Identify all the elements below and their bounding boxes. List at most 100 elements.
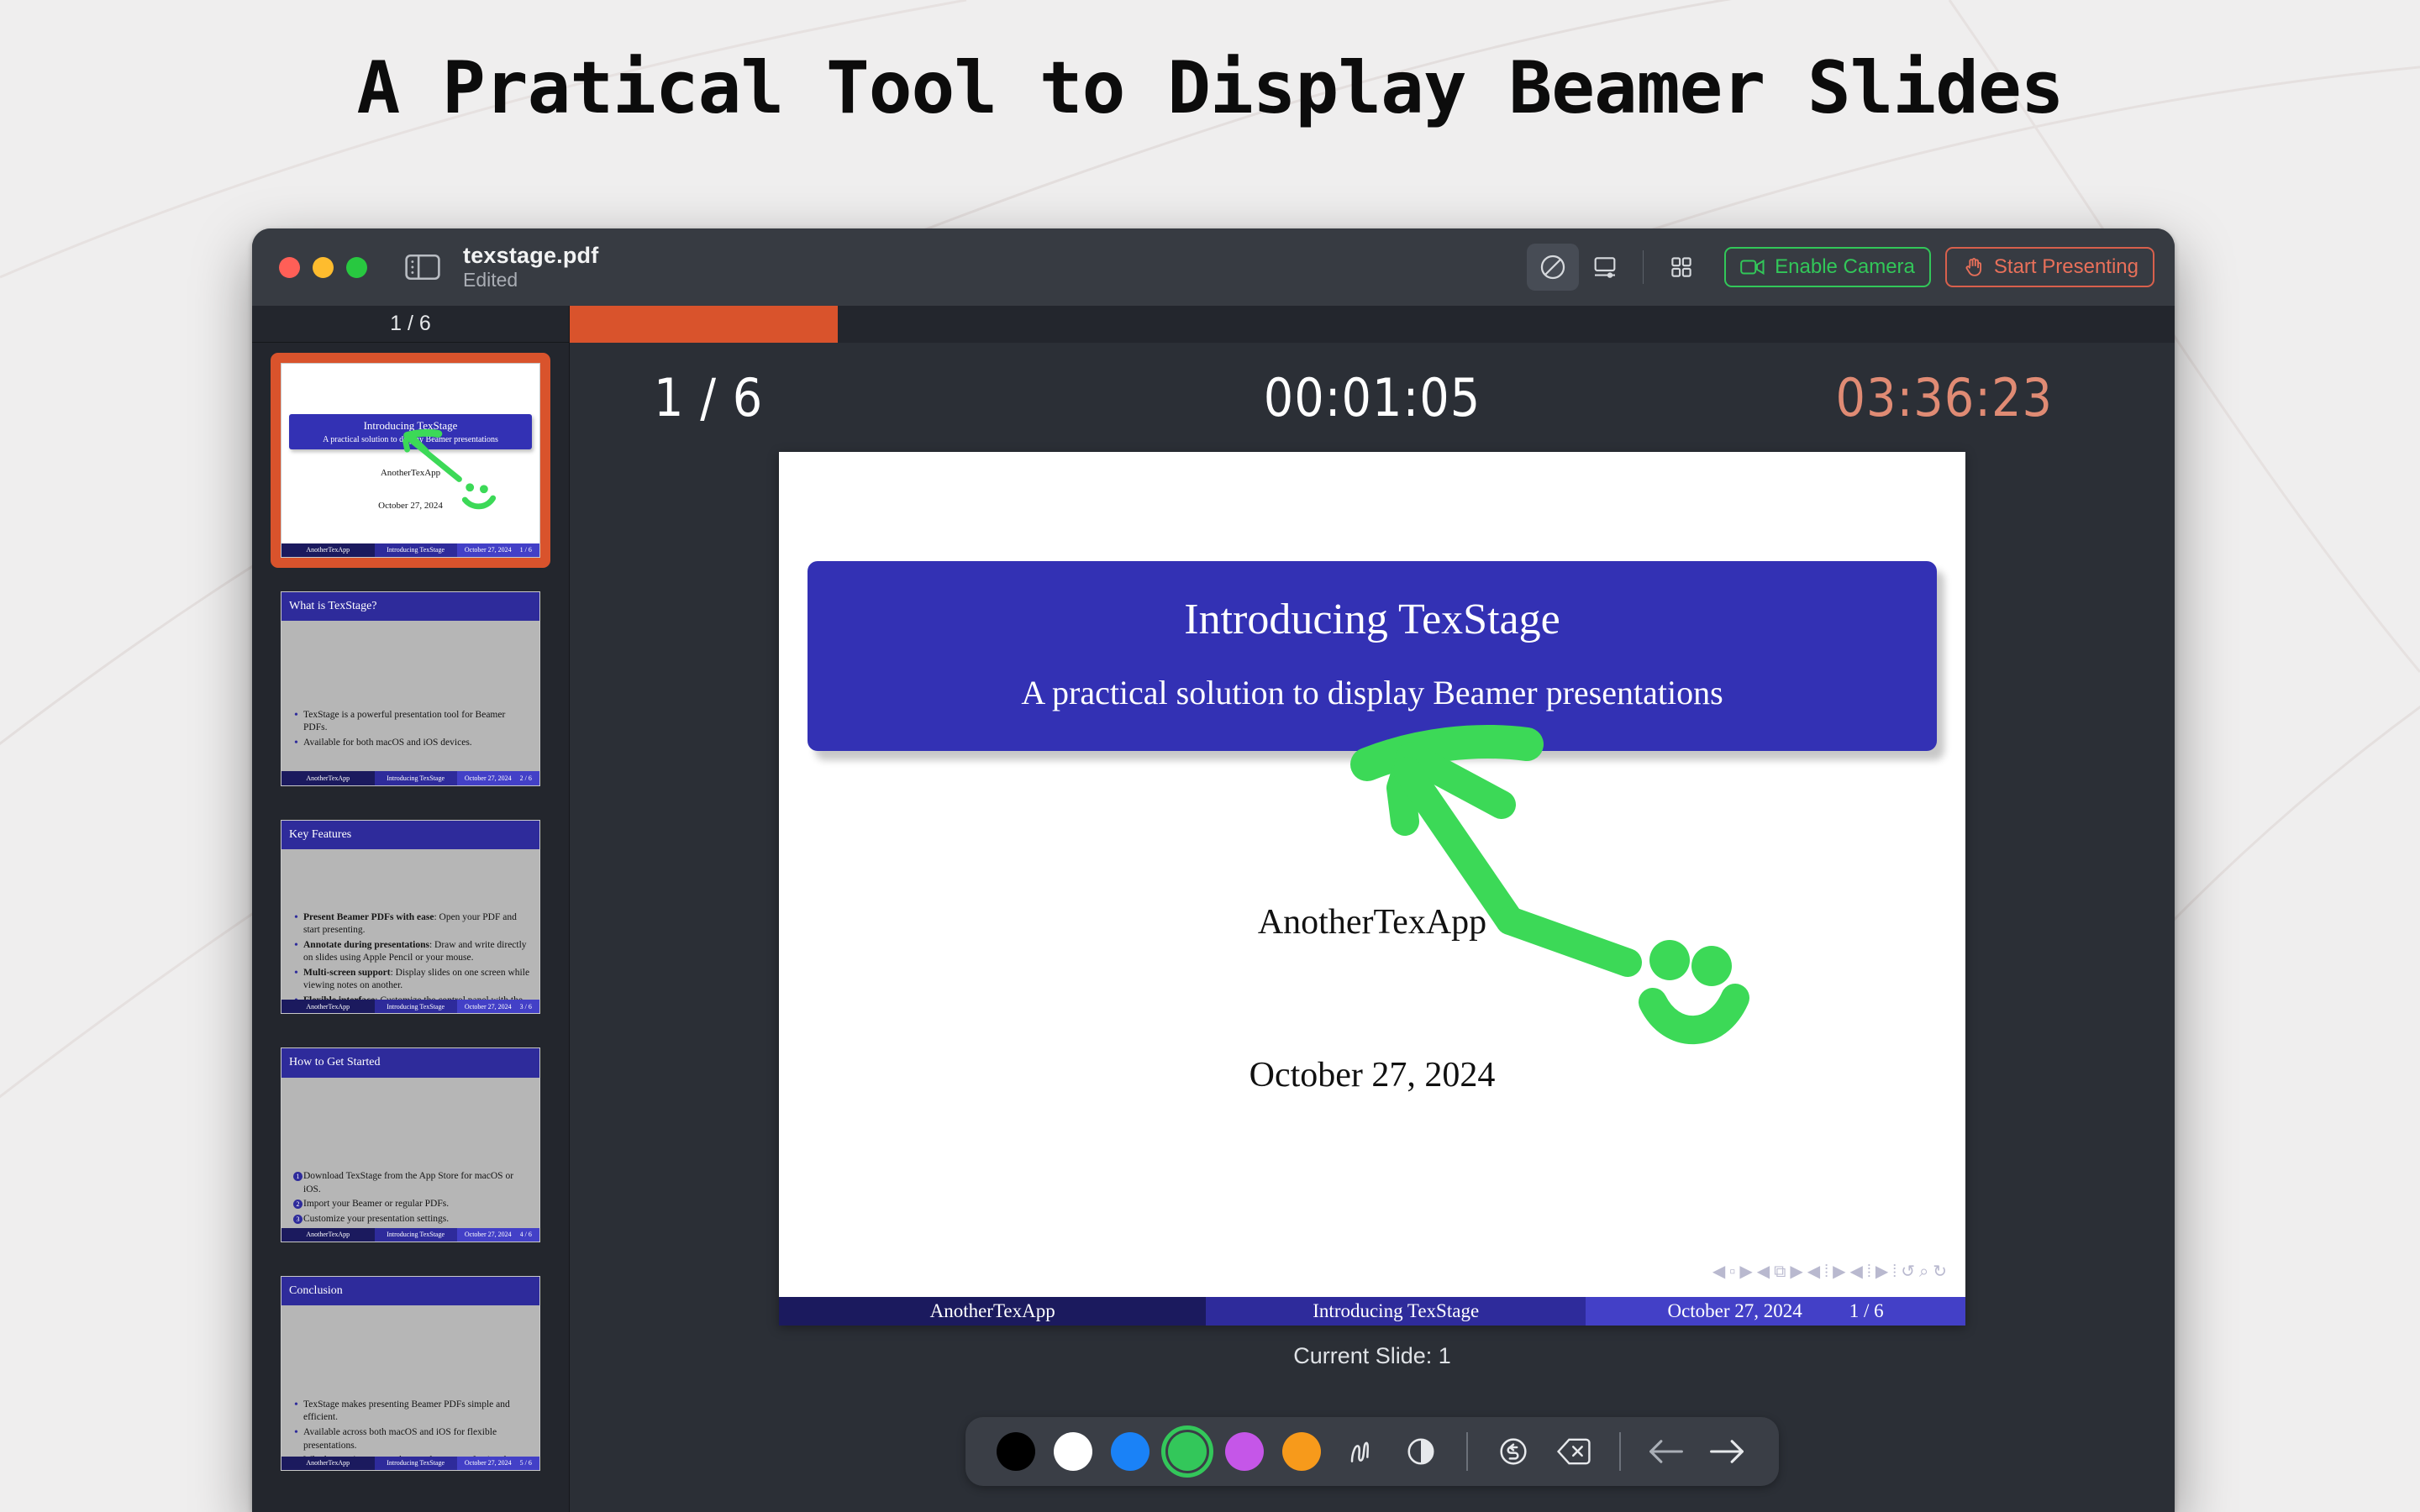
thumb-footer-title: Introducing TexStage xyxy=(375,1457,457,1470)
thumb-footer-date: October 27, 2024 1 / 6 xyxy=(457,543,539,557)
erase-icon[interactable] xyxy=(1550,1431,1597,1473)
list-item: Available across both macOS and iOS for … xyxy=(293,1426,531,1452)
list-item-bold: Annotate during presentations xyxy=(303,940,429,950)
color-swatch-purple[interactable] xyxy=(1225,1432,1264,1471)
thumb-footer: AnotherTexApp Introducing TexStage Octob… xyxy=(281,543,539,557)
document-edited-status: Edited xyxy=(463,270,598,291)
thumbnail-slide-2[interactable]: What is TexStage? TexStage is a powerful… xyxy=(281,591,540,786)
list-item[interactable]: Conclusion TexStage makes presenting Bea… xyxy=(271,1266,550,1481)
slide-author: AnotherTexApp xyxy=(779,902,1965,942)
thumb-footer: AnotherTexApp Introducing TexStage Octob… xyxy=(281,1457,539,1470)
slide-title-block: Introducing TexStage A practical solutio… xyxy=(808,561,1937,751)
enable-camera-button[interactable]: Enable Camera xyxy=(1724,247,1931,287)
annotation-toolbar xyxy=(965,1417,1779,1486)
slide-subtitle: A practical solution to display Beamer p… xyxy=(808,673,1937,712)
slide-footer-title: Introducing TexStage xyxy=(1206,1297,1586,1326)
sidebar-toggle-icon[interactable] xyxy=(404,252,441,282)
list-item: TexStage makes presenting Beamer PDFs si… xyxy=(293,1399,531,1425)
list-item[interactable]: Introducing TexStage A practical solutio… xyxy=(271,353,550,568)
arrow-left-icon[interactable] xyxy=(1643,1431,1690,1473)
document-title: texstage.pdf xyxy=(463,243,598,268)
slide-footer-date: October 27, 2024 xyxy=(1667,1297,1802,1326)
list-item[interactable]: How to Get Started Download TexStage fro… xyxy=(271,1037,550,1252)
list-item: Customize your presentation settings. xyxy=(293,1213,531,1226)
minimize-button[interactable] xyxy=(313,257,334,278)
dock-divider-2 xyxy=(1619,1432,1621,1471)
window-body: 1 / 6 Introducing TexStage A practical s… xyxy=(252,306,2175,1512)
main-panel: 1 / 6 00:01:05 03:36:23 Introducing TexS… xyxy=(570,306,2175,1512)
toolbar-divider xyxy=(1643,250,1644,284)
start-presenting-button[interactable]: Start Presenting xyxy=(1945,247,2154,287)
thumb-body: Download TexStage from the App Store for… xyxy=(281,1078,539,1228)
window-titlebar: texstage.pdf Edited xyxy=(252,228,2175,306)
current-slide-label: Current Slide: 1 xyxy=(1293,1343,1451,1369)
slide-footer-page: 1 / 6 xyxy=(1849,1297,1884,1326)
thumb-footer-date-text: October 27, 2024 xyxy=(465,1228,512,1242)
list-item-bold: Multi-screen support xyxy=(303,968,391,978)
thumb-footer: AnotherTexApp Introducing TexStage Octob… xyxy=(281,1228,539,1242)
thumb-footer-page: 2 / 6 xyxy=(520,771,532,785)
thumb-footer-page: 1 / 6 xyxy=(520,543,532,557)
presentation-progress-bar[interactable] xyxy=(570,306,2175,343)
thumbnail-slide-5[interactable]: Conclusion TexStage makes presenting Bea… xyxy=(281,1276,540,1471)
app-window: texstage.pdf Edited xyxy=(252,228,2175,1512)
arrow-right-icon[interactable] xyxy=(1703,1431,1750,1473)
opacity-contrast-icon[interactable] xyxy=(1397,1431,1444,1473)
maximize-button[interactable] xyxy=(346,257,367,278)
list-item: Import your Beamer or regular PDFs. xyxy=(293,1198,531,1211)
video-camera-icon xyxy=(1740,257,1765,277)
thumb-footer: AnotherTexApp Introducing TexStage Octob… xyxy=(281,771,539,785)
thumb-heading: Conclusion xyxy=(281,1277,539,1305)
color-swatch-black[interactable] xyxy=(997,1432,1035,1471)
list-item[interactable]: What is TexStage? TexStage is a powerful… xyxy=(271,581,550,796)
list-item[interactable]: Key Features Present Beamer PDFs with ea… xyxy=(271,810,550,1025)
pen-slash-icon[interactable] xyxy=(1527,244,1579,291)
undo-icon[interactable] xyxy=(1490,1431,1537,1473)
thumb-footer: AnotherTexApp Introducing TexStage Octob… xyxy=(281,1000,539,1013)
thumbnail-slide-4[interactable]: How to Get Started Download TexStage fro… xyxy=(281,1047,540,1242)
thumb-subtitle: A practical solution to display Beamer p… xyxy=(292,435,529,444)
current-slide-view[interactable]: Introducing TexStage A practical solutio… xyxy=(779,452,1965,1326)
color-swatch-white[interactable] xyxy=(1054,1432,1092,1471)
scribble-pen-icon[interactable] xyxy=(1337,1431,1384,1473)
thumb-title-block: Introducing TexStage A practical solutio… xyxy=(289,414,532,449)
thumb-bullet-list: Present Beamer PDFs with ease: Open your… xyxy=(293,911,531,1015)
thumb-annotation-drawing xyxy=(281,364,539,557)
page-title: A Pratical Tool to Display Beamer Slides xyxy=(0,46,2420,130)
thumb-footer-title: Introducing TexStage xyxy=(375,771,457,785)
thumb-heading: Key Features xyxy=(281,821,539,849)
thumb-body: TexStage is a powerful presentation tool… xyxy=(281,621,539,771)
thumb-bullet-list: TexStage is a powerful presentation tool… xyxy=(293,709,531,750)
thumb-footer-title: Introducing TexStage xyxy=(375,543,457,557)
thumb-footer-author: AnotherTexApp xyxy=(281,1457,375,1470)
thumbnail-slide-3[interactable]: Key Features Present Beamer PDFs with ea… xyxy=(281,820,540,1015)
thumbnail-slide-1[interactable]: Introducing TexStage A practical solutio… xyxy=(281,363,540,558)
enable-camera-label: Enable Camera xyxy=(1775,255,1915,279)
list-item: TexStage is a powerful presentation tool… xyxy=(293,709,531,735)
thumb-footer-date: October 27, 2024 4 / 6 xyxy=(457,1228,539,1242)
color-swatch-blue[interactable] xyxy=(1111,1432,1150,1471)
elapsed-timer[interactable]: 00:01:05 xyxy=(1075,367,1670,428)
sidebar-page-indicator: 1 / 6 xyxy=(252,306,569,343)
close-button[interactable] xyxy=(279,257,300,278)
slide-counter: 1 / 6 xyxy=(629,367,1075,428)
thumb-author: AnotherTexApp xyxy=(281,468,539,478)
thumb-date: October 27, 2024 xyxy=(281,501,539,511)
hand-raised-icon xyxy=(1961,256,1985,278)
slide-date: October 27, 2024 xyxy=(779,1055,1965,1095)
dock-divider-1 xyxy=(1466,1432,1468,1471)
display-icon[interactable] xyxy=(1579,244,1631,291)
traffic-lights xyxy=(279,257,367,278)
thumb-footer-page: 5 / 6 xyxy=(520,1457,532,1470)
thumb-footer-author: AnotherTexApp xyxy=(281,543,375,557)
thumb-heading: What is TexStage? xyxy=(281,592,539,621)
list-item-bold: Present Beamer PDFs with ease xyxy=(303,912,434,922)
color-swatch-green[interactable] xyxy=(1168,1432,1207,1471)
slide-stage: Introducing TexStage A practical solutio… xyxy=(570,452,2175,1390)
thumb-footer-date: October 27, 2024 5 / 6 xyxy=(457,1457,539,1470)
thumbnail-list[interactable]: Introducing TexStage A practical solutio… xyxy=(252,343,569,1512)
color-swatch-orange[interactable] xyxy=(1282,1432,1321,1471)
grid-icon[interactable] xyxy=(1655,244,1707,291)
thumb-footer-title: Introducing TexStage xyxy=(375,1000,457,1013)
slide-footer-author: AnotherTexApp xyxy=(779,1297,1206,1326)
